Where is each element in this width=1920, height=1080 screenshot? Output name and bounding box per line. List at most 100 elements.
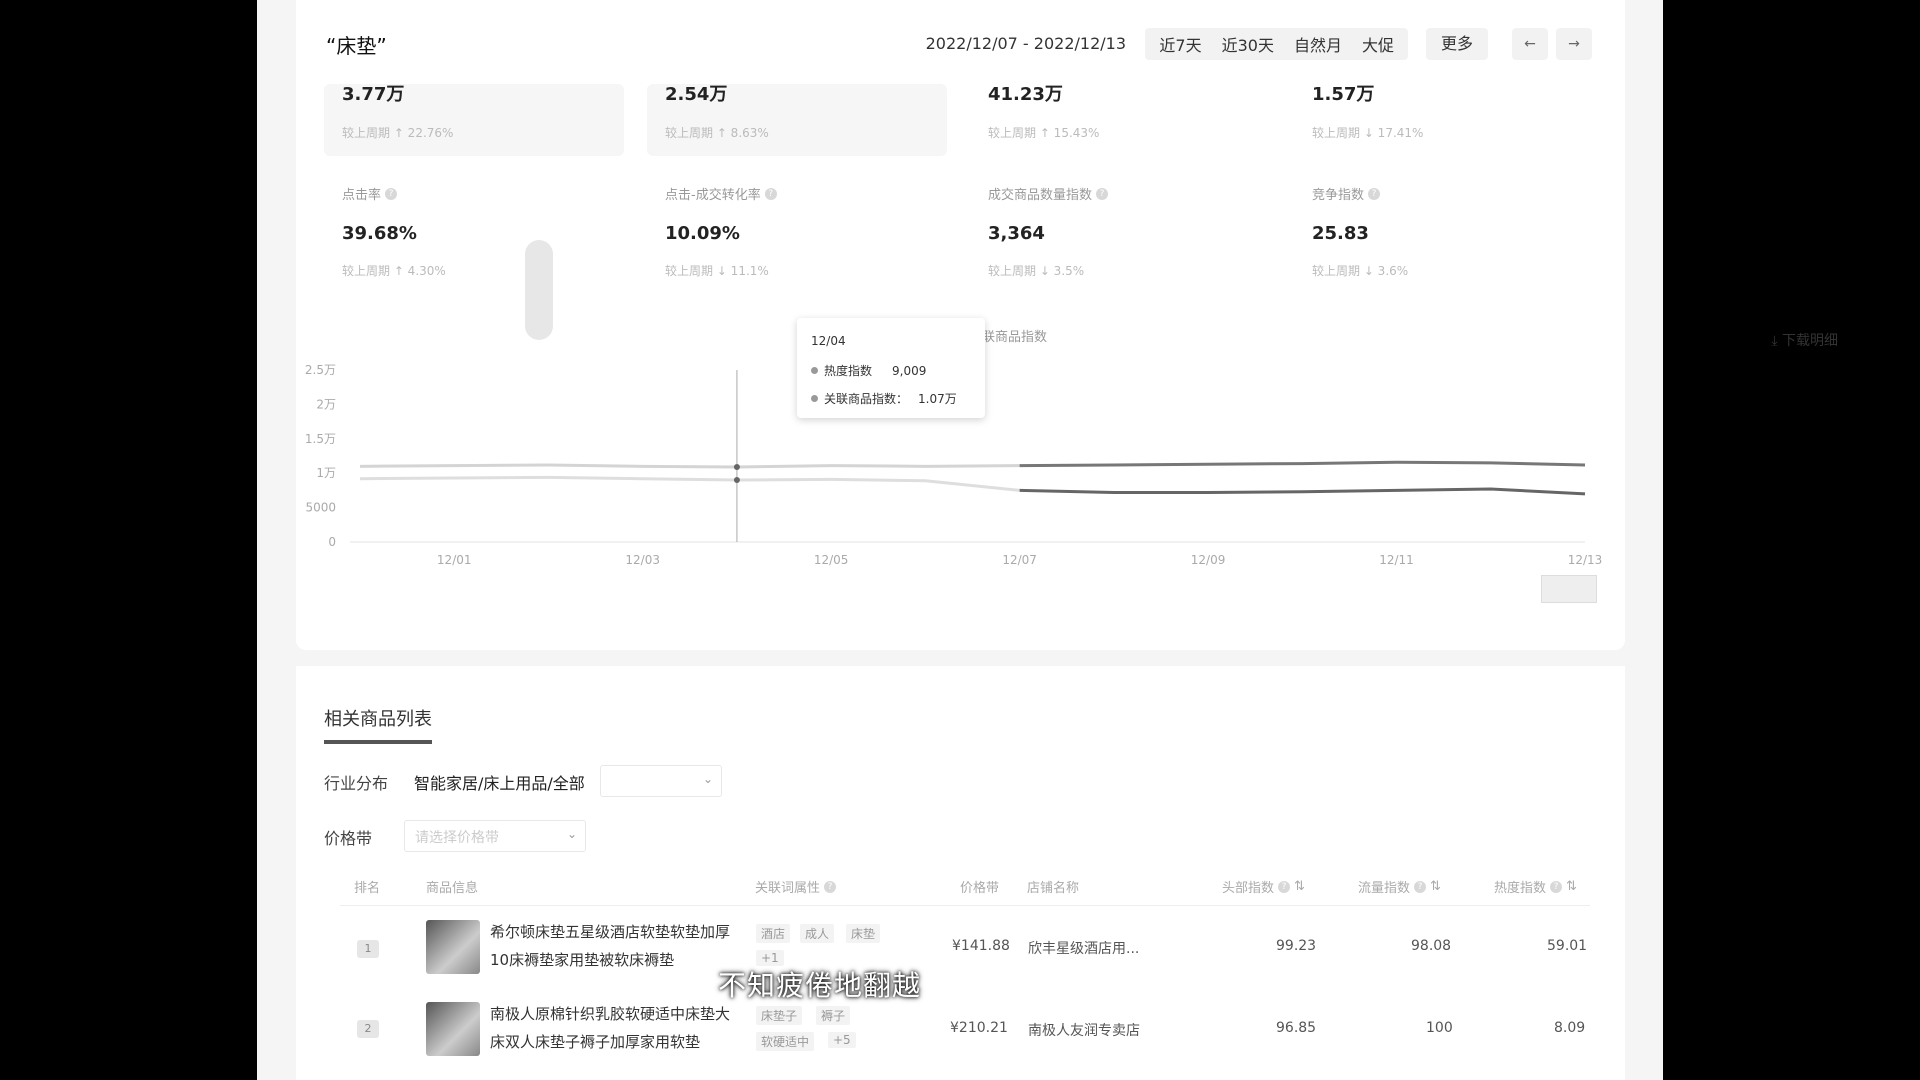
price-cell: ¥210.21 [950, 1020, 1008, 1036]
metric-value: 41.23万 [988, 84, 1063, 105]
tooltip-label: 热度指数 [824, 364, 873, 378]
col-index1-label: 头部指数 [1222, 881, 1275, 896]
product-name[interactable]: 希尔顿床垫五星级酒店软垫软垫加厚10床褥垫家用垫被软床褥垫 [490, 918, 740, 974]
shop-cell[interactable]: 欣丰星级酒店用... [1028, 938, 1139, 958]
x-tick-label: 12/07 [1002, 553, 1037, 567]
col-index3[interactable]: 热度指数? ⇅ [1494, 877, 1577, 896]
chart-zoom-handle[interactable] [1541, 575, 1597, 603]
metric-card[interactable]: 点击率? 39.68% 较上周期 ↑ 4.30% [342, 184, 642, 279]
col-attributes-label: 关联词属性 [755, 881, 821, 896]
tab-promo[interactable]: 大促 [1352, 32, 1404, 56]
series-line-2 [359, 475, 1020, 492]
metric-name-row: 点击-成交转化率? [665, 184, 965, 203]
sort-icon[interactable]: ⇅ [1430, 879, 1441, 894]
product-thumbnail[interactable] [426, 1002, 480, 1056]
x-tick-label: 12/01 [437, 553, 472, 567]
metric-card: 2.54万 较上周期 ↑ 8.63% [647, 80, 965, 156]
metric-name: 点击-成交转化率 [665, 188, 761, 203]
tab-7days[interactable]: 近7天 [1149, 32, 1211, 56]
attr-tag: 成人 [800, 924, 835, 943]
metric-name-row: 成交商品数量指数? [988, 184, 1288, 203]
date-range[interactable]: 2022/12/07 - 2022/12/13 [926, 34, 1126, 53]
x-tick-label: 12/13 [1568, 553, 1603, 567]
header-bar: “床垫” 2022/12/07 - 2022/12/13 近7天 近30天 自然… [326, 28, 1596, 60]
download-button[interactable]: ⤓ 下载明细 [1771, 330, 1838, 350]
metric-card[interactable]: 竞争指数? 25.83 较上周期 ↓ 3.6% [1312, 184, 1612, 279]
product-list-title[interactable]: 相关商品列表 [324, 705, 432, 731]
tooltip-date: 12/04 [811, 334, 846, 348]
metric-name: 成交商品数量指数 [988, 188, 1093, 203]
tooltip-value: 1.07万 [918, 392, 957, 406]
help-icon[interactable]: ? [1550, 880, 1563, 893]
industry-label: 行业分布 [324, 774, 389, 793]
help-icon[interactable]: ? [385, 187, 398, 200]
series-line-1-selected [1019, 460, 1586, 468]
metric-compare: 较上周期 ↓ 11.1% [665, 264, 769, 278]
shop-cell[interactable]: 南极人友润专卖店 [1028, 1020, 1140, 1040]
x-tick-label: 12/05 [814, 553, 849, 567]
rank-badge: 1 [357, 940, 379, 958]
col-index2[interactable]: 流量指数? ⇅ [1358, 877, 1441, 896]
product-thumbnail[interactable] [426, 920, 480, 974]
y-tick-label: 1万 [316, 466, 336, 480]
help-icon[interactable]: ? [1414, 880, 1427, 893]
metric-card[interactable]: 成交商品数量指数? 3,364 较上周期 ↓ 3.5% [988, 184, 1288, 279]
price-select[interactable]: 请选择价格带 ⌄ [404, 820, 586, 852]
col-rank: 排名 [354, 881, 381, 896]
metric-name-row: 点击率? [342, 184, 642, 203]
tab-30days[interactable]: 近30天 [1212, 32, 1284, 56]
attr-tag: 床垫 [846, 924, 881, 943]
y-tick-label: 1.5万 [305, 432, 336, 446]
price-label: 价格带 [324, 829, 373, 848]
tab-natural-month[interactable]: 自然月 [1284, 32, 1352, 56]
product-name[interactable]: 南极人原棉针织乳胶软硬适中床垫大床双人床垫子褥子加厚家用软垫 [490, 1000, 740, 1056]
tooltip-label: 关联商品指数： [824, 392, 909, 406]
metric-card[interactable]: 点击-成交转化率? 10.09% 较上周期 ↓ 11.1% [665, 184, 965, 279]
metric-compare: 较上周期 ↑ 15.43% [988, 126, 1100, 140]
help-icon[interactable]: ? [1278, 880, 1291, 893]
next-arrow-icon[interactable]: → [1556, 28, 1592, 60]
y-tick-label: 0 [328, 535, 336, 549]
tooltip-row: 热度指数 9,009 [811, 362, 926, 379]
metric-compare: 较上周期 ↑ 4.30% [342, 264, 446, 278]
chevron-down-icon: ⌄ [566, 827, 577, 841]
col-index2-label: 流量指数 [1358, 881, 1411, 896]
active-tab-underline [324, 740, 432, 744]
metric-value: 10.09% [665, 223, 740, 244]
index1-cell: 99.23 [1276, 938, 1317, 954]
tooltip-value: 9,009 [892, 363, 927, 378]
header-divider [340, 905, 1590, 906]
help-icon[interactable]: ? [1368, 187, 1381, 200]
series-line-2-selected [1019, 487, 1586, 496]
industry-value[interactable]: 智能家居/床上用品/全部 [414, 770, 585, 794]
industry-select[interactable]: ⌄ [600, 765, 722, 797]
chart-legend-partial[interactable]: 联商品指数 [982, 326, 1047, 345]
metric-compare: 较上周期 ↓ 3.6% [1312, 264, 1409, 278]
metric-value: 1.57万 [1312, 84, 1375, 105]
col-index3-label: 热度指数 [1494, 881, 1547, 896]
col-shop: 店铺名称 [1027, 881, 1080, 896]
sort-icon[interactable]: ⇅ [1294, 879, 1305, 894]
metric-name: 点击率 [342, 188, 382, 203]
metric-card: 1.57万 较上周期 ↓ 17.41% [1312, 80, 1612, 141]
metric-value: 3.77万 [342, 84, 405, 105]
more-button[interactable]: 更多 [1426, 28, 1488, 60]
help-icon[interactable]: ? [824, 880, 837, 893]
col-attributes: 关联词属性? [755, 877, 837, 896]
attr-tag: 床垫子 [756, 1006, 803, 1025]
metric-compare: 较上周期 ↑ 8.63% [665, 126, 769, 140]
sort-icon[interactable]: ⇅ [1566, 879, 1577, 894]
keyword-title: “床垫” [326, 33, 387, 58]
index3-cell: 8.09 [1554, 1020, 1586, 1036]
index2-cell: 100 [1426, 1020, 1453, 1036]
help-icon[interactable]: ? [1096, 187, 1109, 200]
attr-tag-more[interactable]: +5 [828, 1032, 856, 1048]
metric-value: 25.83 [1312, 223, 1369, 244]
price-cell: ¥141.88 [952, 938, 1010, 954]
prev-arrow-icon[interactable]: ← [1512, 28, 1548, 60]
col-index1[interactable]: 头部指数? ⇅ [1222, 877, 1305, 896]
metric-name-row: 竞争指数? [1312, 184, 1612, 203]
series-dot-icon [811, 395, 818, 402]
help-icon[interactable]: ? [764, 187, 777, 200]
chart-tooltip: 12/04 热度指数 9,009 关联商品指数： 1.07万 [797, 318, 985, 418]
